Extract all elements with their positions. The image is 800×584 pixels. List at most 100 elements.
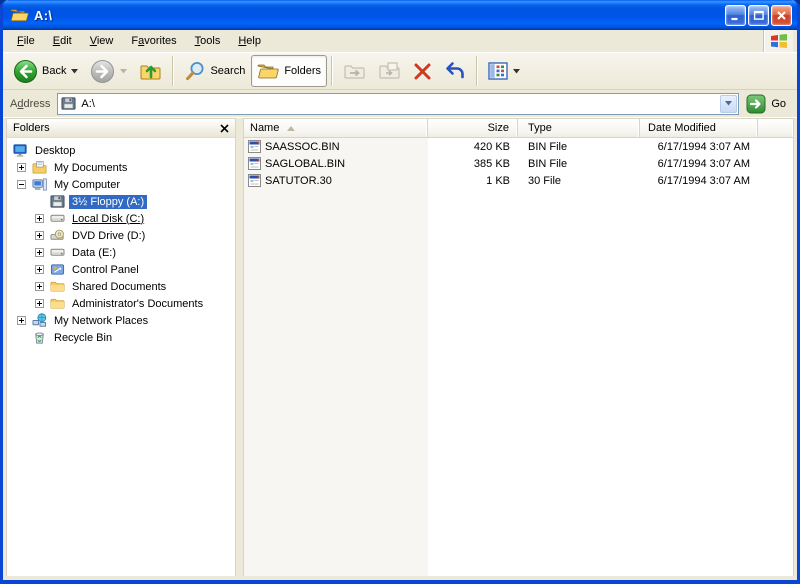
folders-icon xyxy=(257,61,280,81)
forward-button[interactable] xyxy=(84,55,133,87)
folder-tree: Desktop My Documents xyxy=(7,138,235,576)
folder-icon xyxy=(50,279,65,294)
tree-item-desktop[interactable]: Desktop xyxy=(7,142,235,159)
main-area: Folders Desktop xyxy=(6,118,794,576)
file-size-cell: 385 KB xyxy=(428,158,518,170)
folders-button[interactable]: Folders xyxy=(251,55,327,87)
recycle-bin-icon xyxy=(32,330,47,345)
delete-button[interactable] xyxy=(407,55,438,87)
windows-logo-icon xyxy=(763,30,793,52)
file-name-cell[interactable]: SAASSOC.BIN xyxy=(244,140,428,153)
window-title: A:\ xyxy=(34,8,52,23)
file-type-cell: BIN File xyxy=(518,158,640,170)
menu-tools[interactable]: Tools xyxy=(186,32,230,50)
column-header-name[interactable]: Name xyxy=(244,119,428,137)
toolbar-separator xyxy=(172,56,174,86)
search-label: Search xyxy=(210,65,245,77)
tree-item-my-documents[interactable]: My Documents xyxy=(7,159,235,176)
collapse-icon[interactable] xyxy=(17,180,26,189)
back-dropdown-icon[interactable] xyxy=(71,69,78,74)
toolbar: Back Search xyxy=(3,52,797,90)
tree-item-data-e[interactable]: Data (E:) xyxy=(7,244,235,261)
folders-pane-header: Folders xyxy=(7,119,235,138)
address-input[interactable]: A:\ xyxy=(57,93,739,115)
file-row[interactable]: SATUTOR.30 1 KB 30 File 6/17/1994 3:07 A… xyxy=(244,172,793,189)
hard-drive-icon xyxy=(50,245,65,260)
expand-icon[interactable] xyxy=(35,231,44,240)
file-size-cell: 1 KB xyxy=(428,175,518,187)
file-name-cell[interactable]: SAGLOBAL.BIN xyxy=(244,157,428,170)
menu-favorites[interactable]: Favorites xyxy=(122,32,185,50)
tree-item-local-disk-c[interactable]: Local Disk (C:) xyxy=(7,210,235,227)
menu-view[interactable]: View xyxy=(81,32,123,50)
folders-pane: Folders Desktop xyxy=(6,118,236,576)
floppy-icon xyxy=(50,194,65,209)
my-documents-icon xyxy=(32,160,47,175)
file-row[interactable]: SAGLOBAL.BIN 385 KB BIN File 6/17/1994 3… xyxy=(244,155,793,172)
search-button[interactable]: Search xyxy=(178,55,251,87)
back-label: Back xyxy=(42,65,66,77)
copy-to-icon xyxy=(378,61,401,82)
tree-item-my-network-places[interactable]: My Network Places xyxy=(7,312,235,329)
expand-icon[interactable] xyxy=(35,265,44,274)
close-icon xyxy=(220,124,229,133)
address-dropdown-button[interactable] xyxy=(720,95,737,113)
pane-divider[interactable] xyxy=(236,118,243,576)
expand-icon[interactable] xyxy=(35,214,44,223)
views-dropdown-icon[interactable] xyxy=(513,69,520,74)
back-button[interactable]: Back xyxy=(7,55,84,87)
sort-ascending-icon xyxy=(287,126,295,131)
address-value: A:\ xyxy=(81,98,94,110)
chevron-down-icon xyxy=(725,101,732,106)
tree-item-floppy-a[interactable]: 3½ Floppy (A:) xyxy=(7,193,235,210)
column-header-size[interactable]: Size xyxy=(428,119,518,137)
maximize-button[interactable] xyxy=(748,5,769,26)
tree-item-dvd-drive-d[interactable]: DVD Drive (D:) xyxy=(7,227,235,244)
tree-item-label: Desktop xyxy=(32,144,78,158)
menu-edit[interactable]: Edit xyxy=(44,32,81,50)
tree-item-shared-documents[interactable]: Shared Documents xyxy=(7,278,235,295)
generic-file-icon xyxy=(248,157,261,170)
views-button[interactable] xyxy=(482,55,526,87)
expand-icon[interactable] xyxy=(35,299,44,308)
title-bar[interactable]: A:\ xyxy=(3,0,797,30)
folders-pane-close-button[interactable] xyxy=(220,124,229,133)
maximize-icon xyxy=(753,9,765,21)
tree-item-control-panel[interactable]: Control Panel xyxy=(7,261,235,278)
expand-icon[interactable] xyxy=(35,282,44,291)
column-header-filler xyxy=(758,119,793,137)
column-header-date-modified[interactable]: Date Modified xyxy=(640,119,758,137)
menu-help[interactable]: Help xyxy=(229,32,270,50)
tree-item-my-computer[interactable]: My Computer xyxy=(7,176,235,193)
expand-icon[interactable] xyxy=(17,163,26,172)
minimize-button[interactable] xyxy=(725,5,746,26)
dvd-drive-icon xyxy=(50,228,65,243)
toolbar-separator xyxy=(476,56,478,86)
file-rows: SAASSOC.BIN 420 KB BIN File 6/17/1994 3:… xyxy=(244,138,793,189)
go-button[interactable]: Go xyxy=(746,94,790,114)
generic-file-icon xyxy=(248,174,261,187)
open-folder-icon xyxy=(10,7,29,23)
close-button[interactable] xyxy=(771,5,792,26)
move-to-icon xyxy=(343,61,366,82)
address-label: Address xyxy=(10,98,50,110)
column-headers: Name Size Type Date Modified xyxy=(244,119,793,138)
column-header-type[interactable]: Type xyxy=(518,119,640,137)
minimize-icon xyxy=(730,10,741,21)
expand-icon[interactable] xyxy=(17,316,26,325)
tree-item-recycle-bin[interactable]: Recycle Bin xyxy=(7,329,235,346)
file-size-cell: 420 KB xyxy=(428,141,518,153)
go-icon xyxy=(746,94,766,114)
file-name-cell[interactable]: SATUTOR.30 xyxy=(244,174,428,187)
close-icon xyxy=(776,10,787,21)
file-date-cell: 6/17/1994 3:07 AM xyxy=(640,175,758,187)
menu-file[interactable]: File xyxy=(8,32,44,50)
undo-button[interactable] xyxy=(438,55,472,87)
desktop-icon xyxy=(13,143,28,158)
expand-icon[interactable] xyxy=(35,248,44,257)
tree-item-label: My Network Places xyxy=(51,314,151,328)
delete-icon xyxy=(413,62,432,81)
tree-item-administrators-documents[interactable]: Administrator's Documents xyxy=(7,295,235,312)
up-button[interactable] xyxy=(133,55,168,87)
file-row[interactable]: SAASSOC.BIN 420 KB BIN File 6/17/1994 3:… xyxy=(244,138,793,155)
